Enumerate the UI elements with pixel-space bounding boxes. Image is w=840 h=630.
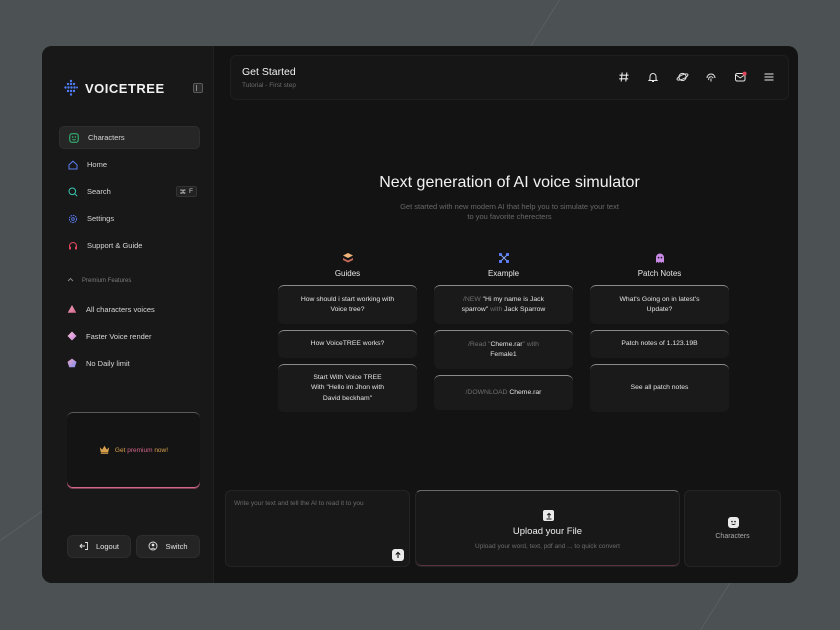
example-title: Example — [487, 269, 520, 278]
shortcut-key: F — [189, 188, 193, 195]
switch-label: Switch — [165, 542, 188, 551]
collapse-sidebar-button[interactable] — [193, 83, 203, 93]
sidebar-item-label: Home — [87, 160, 108, 169]
sidebar: VOICETREE Characters Home Search ⌘ F Set… — [42, 46, 214, 583]
home-icon — [67, 159, 78, 170]
top-header: Get Started Tutorial - First step — [230, 55, 789, 100]
search-shortcut: ⌘ F — [175, 186, 197, 197]
patch-notes-title: Patch Notes — [637, 269, 682, 278]
switch-user-icon — [148, 541, 158, 553]
guides-column: Guides How should i start working with Vo… — [278, 252, 417, 418]
sidebar-item-characters[interactable]: Characters — [59, 126, 200, 149]
fingerprint-icon[interactable] — [704, 70, 718, 84]
triangle-icon — [67, 304, 77, 316]
sidebar-item-label: Characters — [88, 133, 125, 142]
crown-icon — [99, 445, 110, 456]
upload-title: Upload your File — [512, 526, 583, 537]
hash-icon[interactable] — [617, 70, 631, 84]
premium-features-heading: Premium Features — [82, 277, 132, 284]
logout-icon — [79, 541, 89, 553]
upload-icon — [543, 510, 554, 521]
characters-panel-label: Characters — [715, 533, 750, 540]
settings-icon — [67, 213, 78, 224]
guide-card[interactable]: Start With Voice TREE With "Hello im Jhon… — [278, 364, 417, 412]
planet-icon[interactable] — [675, 70, 689, 84]
mail-icon[interactable] — [733, 70, 747, 84]
hero-headline: Next generation of AI voice simulator — [379, 174, 640, 191]
patch-note-card[interactable]: What's Going on in latest's Update? — [590, 285, 729, 324]
example-card[interactable]: /NEW "Hi my name is Jack sparrow" with J… — [434, 285, 573, 324]
patch-notes-column: Patch Notes What's Going on in latest's U… — [590, 252, 729, 418]
guides-title: Guides — [334, 269, 361, 278]
pentagon-icon — [67, 358, 77, 370]
patch-note-card[interactable]: Patch notes of 1.123.19B — [590, 330, 729, 358]
command-key-icon: ⌘ — [179, 188, 187, 196]
breadcrumb: Tutorial - First step — [242, 82, 296, 89]
support-icon — [67, 240, 78, 251]
page-title: Get Started — [242, 66, 296, 78]
upload-file-panel[interactable]: Upload your File Upload your word, text,… — [415, 490, 680, 567]
premium-features-list: All characters voices Faster Voice rende… — [67, 296, 155, 377]
prompt-input[interactable]: Write your text and tell the AI to read … — [234, 500, 364, 507]
account-actions: Logout Switch — [67, 535, 200, 558]
upload-subtitle: Upload your word, text, pdf and ... to q… — [475, 543, 620, 550]
voicetree-logo-icon — [64, 79, 78, 96]
guide-card[interactable]: How VoiceTREE works? — [278, 330, 417, 358]
menu-icon[interactable] — [762, 70, 776, 84]
brand-logo[interactable]: VOICETREE — [64, 79, 165, 97]
premium-item-label: All characters voices — [86, 305, 155, 314]
characters-panel[interactable]: Characters — [684, 490, 781, 567]
logout-button[interactable]: Logout — [67, 535, 131, 558]
sidebar-item-settings[interactable]: Settings — [59, 207, 200, 230]
sidebar-item-label: Search — [87, 187, 111, 196]
search-icon — [67, 186, 78, 197]
brand-name: VOICETREE — [85, 80, 165, 96]
guide-card[interactable]: How should i start working with Voice tre… — [278, 285, 417, 324]
ghost-icon — [590, 252, 729, 264]
hero-subtitle: Get started with new modern AI that help… — [400, 202, 619, 221]
sidebar-nav: Characters Home Search ⌘ F Settings Supp… — [59, 126, 200, 261]
sidebar-item-home[interactable]: Home — [59, 153, 200, 176]
characters-icon — [68, 132, 79, 143]
logout-label: Logout — [96, 542, 119, 551]
bell-icon[interactable] — [646, 70, 660, 84]
sidebar-item-search[interactable]: Search ⌘ F — [59, 180, 200, 203]
chevron-up-icon — [67, 277, 74, 284]
nodes-icon — [434, 252, 573, 264]
example-card[interactable]: /Read "Cheme.rar" with Female1 — [434, 330, 573, 369]
diamond-icon — [67, 331, 77, 343]
send-button[interactable] — [392, 549, 404, 561]
premium-item-label: Faster Voice render — [86, 332, 152, 341]
premium-features-toggle[interactable]: Premium Features — [67, 277, 131, 284]
premium-item-all-voices[interactable]: All characters voices — [67, 296, 155, 323]
character-face-icon — [728, 517, 739, 528]
sidebar-item-label: Support & Guide — [87, 241, 143, 250]
app-window: VOICETREE Characters Home Search ⌘ F Set… — [42, 46, 798, 583]
prompt-panel[interactable]: Write your text and tell the AI to read … — [225, 490, 410, 567]
patch-note-card[interactable]: See all patch notes — [590, 364, 729, 412]
arrow-up-icon — [395, 551, 401, 558]
switch-button[interactable]: Switch — [136, 535, 200, 558]
premium-item-label: No Daily limit — [86, 359, 130, 368]
sidebar-item-label: Settings — [87, 214, 115, 223]
sidebar-item-support[interactable]: Support & Guide — [59, 234, 200, 257]
example-column: Example /NEW "Hi my name is Jack sparrow… — [434, 252, 573, 416]
premium-item-no-limit[interactable]: No Daily limit — [67, 350, 155, 377]
example-card[interactable]: /DOWNLOAD Cheme.rar — [434, 375, 573, 410]
book-stack-icon — [278, 252, 417, 264]
premium-item-faster-render[interactable]: Faster Voice render — [67, 323, 155, 350]
get-premium-text: Get premium now! — [114, 447, 169, 454]
get-premium-card[interactable]: Get premium now! — [67, 412, 200, 488]
header-actions — [617, 70, 776, 84]
